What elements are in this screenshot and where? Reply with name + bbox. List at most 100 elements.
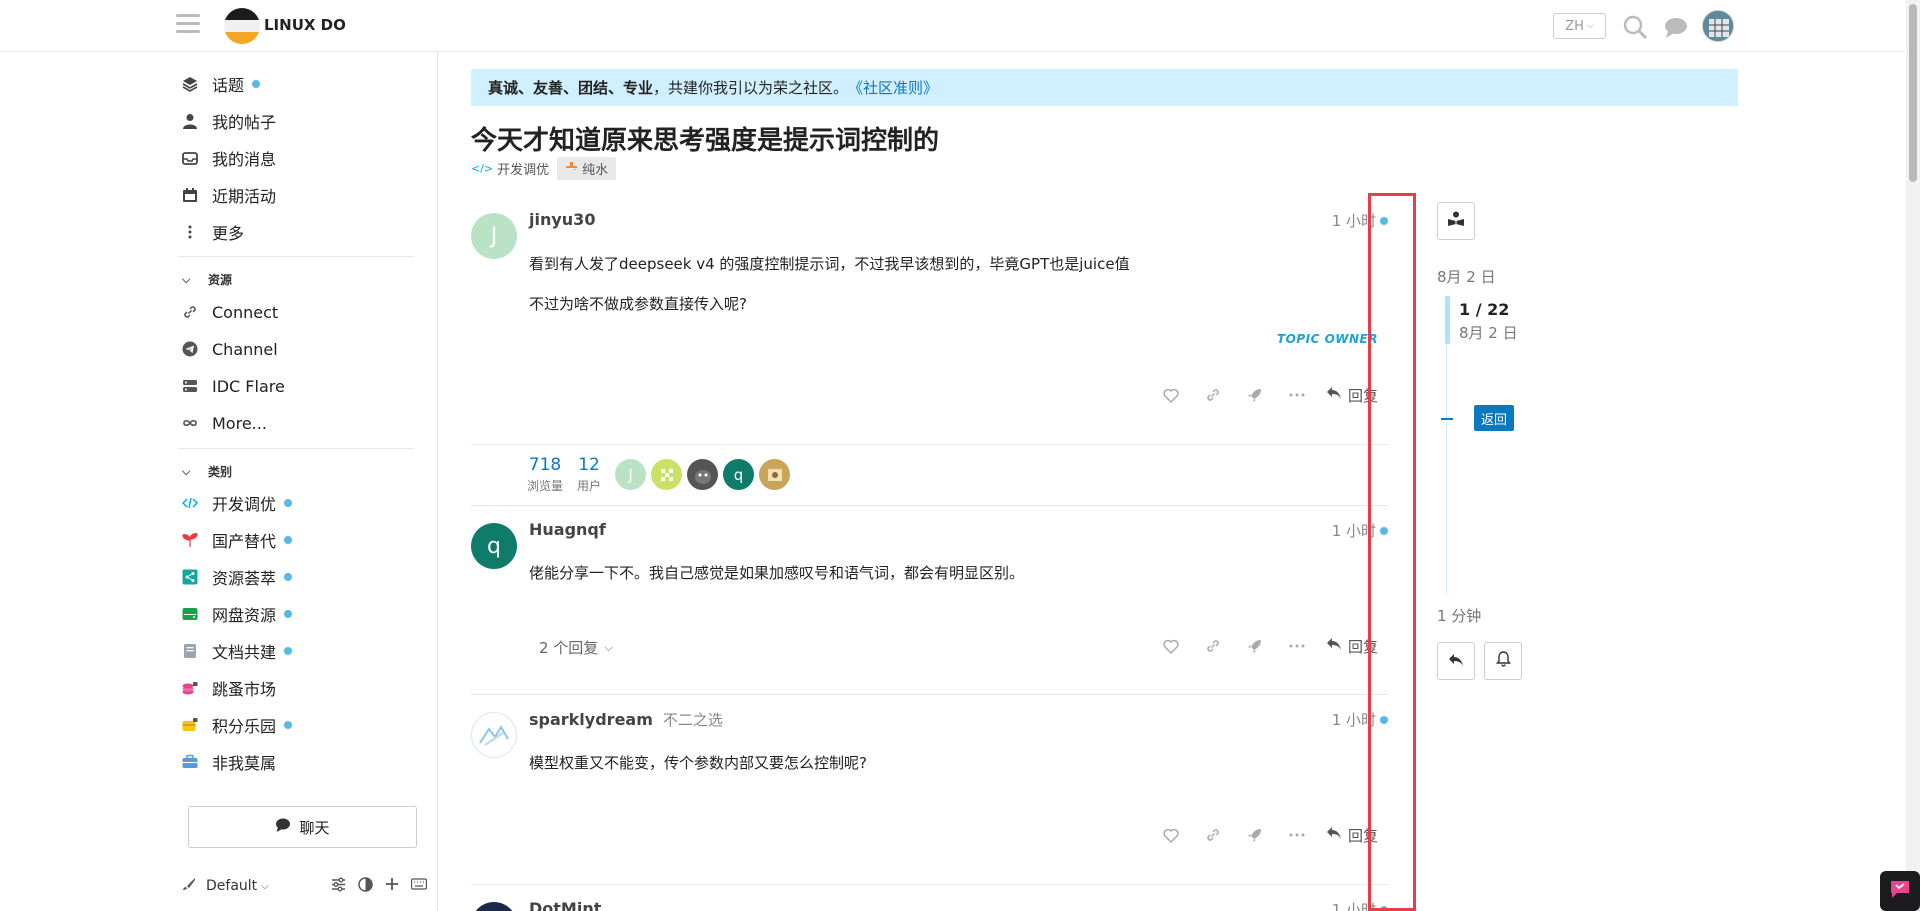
link-icon[interactable] [1192,822,1234,848]
unread-dot [284,721,293,729]
rocket-icon[interactable] [1234,822,1276,848]
sidebar-category-market[interactable]: 跳蚤市场 [182,674,276,702]
chevron-down-icon: ⌵ [604,640,613,654]
user-avatar[interactable] [1702,10,1734,42]
post-username[interactable]: DotMint [529,899,601,911]
sidebar-category-points[interactable]: 积分乐园 [182,711,293,739]
unread-dot [284,536,293,544]
summarize-button[interactable] [1437,202,1475,240]
code-icon [182,495,198,511]
share-icon [182,569,198,585]
timeline-back-button[interactable]: 返回 [1474,405,1514,431]
sidebar-category-docs[interactable]: 文档共建 [182,637,293,665]
code-icon: </> [471,162,494,175]
participant-avatar[interactable] [759,459,791,490]
sidebar-category-domestic[interactable]: 国产替代 [182,526,293,554]
keyboard-icon[interactable] [410,877,427,895]
avatar[interactable]: J [471,213,517,259]
sidebar-item-topics[interactable]: 话题 [182,70,261,98]
reply-icon [1326,637,1342,655]
heart-icon[interactable] [1150,822,1192,848]
more-vertical-icon [182,224,198,240]
site-logo[interactable] [224,8,260,44]
unread-dot [252,80,261,88]
heart-icon[interactable] [1150,382,1192,408]
timeline-track[interactable] [1446,344,1447,594]
link-icon[interactable] [1192,382,1234,408]
participant-avatar[interactable]: q [723,459,755,490]
post-username[interactable]: Huagnqf [529,520,606,539]
participant-avatar[interactable] [687,459,719,490]
stat-views: 718 浏览量 [527,455,564,493]
topic-title[interactable]: 今天才知道原来思考强度是提示词控制的 [471,120,939,157]
timeline-start-date[interactable]: 8月 2 日 [1437,266,1496,287]
chat-button[interactable]: 聊天 [188,806,417,848]
sidebar-item-more[interactable]: 更多 [182,218,244,246]
topic-tag[interactable]: 纯水 [557,157,617,180]
sidebar-category-jobs[interactable]: 非我莫属 [182,748,276,776]
category-link[interactable]: 开发调优 [497,159,549,178]
participant-avatar[interactable] [651,459,683,490]
sidebar-footer: Default ⌵ [182,875,427,897]
sidebar-item-channel[interactable]: Channel [182,335,278,363]
post-separator [471,505,1388,506]
post-actions: 回复 [1150,382,1378,408]
avatar[interactable] [471,712,517,758]
site-name[interactable]: LINUX DO [264,16,346,34]
avatar[interactable] [471,902,517,911]
contrast-icon[interactable] [358,876,373,896]
layers-icon [182,76,198,92]
avatar[interactable]: q [471,523,517,569]
reply-icon [1326,386,1342,404]
chevron-down-icon: ⌵ [261,880,269,892]
plus-icon[interactable] [385,877,399,895]
chat-bubble-icon[interactable] [1663,14,1689,40]
post-item: q Huagnqf 1 小时 佬能分享一下不。我自己感觉是如果加感叹号和语气词，… [471,520,1388,690]
language-selector[interactable]: ZH ⌵ [1553,13,1606,39]
theme-selector[interactable]: Default [206,878,257,894]
sidebar: 话题 我的帖子 我的消息 近期活动 更多 ⌵ 资源 Connect Channel… [0,53,438,911]
timeline-end-label[interactable]: 1 分钟 [1437,605,1481,626]
heart-icon[interactable] [1150,633,1192,659]
sidebar-item-connect[interactable]: Connect [182,298,278,326]
notification-button[interactable] [1484,642,1522,680]
sliders-icon[interactable] [331,877,346,896]
chevron-down-icon: ⌵ [1586,21,1594,31]
rocket-icon[interactable] [1234,633,1276,659]
server-icon [182,378,198,394]
book-icon [182,643,198,659]
sidebar-item-recent-activity[interactable]: 近期活动 [182,181,276,209]
floating-chat-button[interactable] [1880,871,1920,911]
search-icon[interactable] [1622,14,1648,40]
sidebar-item-my-posts[interactable]: 我的帖子 [182,107,276,135]
post-username[interactable]: jinyu30 [529,210,595,229]
chevron-down-icon: ⌵ [182,464,191,478]
sidebar-item-my-messages[interactable]: 我的消息 [182,144,276,172]
more-horizontal-icon[interactable] [1276,822,1318,848]
sidebar-item-idc-flare[interactable]: IDC Flare [182,372,285,400]
sidebar-category-dev[interactable]: 开发调优 [182,489,293,517]
timeline-scroll-handle[interactable] [1445,296,1450,344]
hamburger-menu-icon[interactable] [176,14,200,36]
page-scrollbar[interactable] [1906,0,1920,911]
sidebar-category-resources[interactable]: 资源荟萃 [182,563,293,591]
sidebar-item-more-resources[interactable]: More... [182,409,267,437]
scrollbar-thumb[interactable] [1909,4,1917,182]
topic-category-row: </> 开发调优 纯水 [471,157,617,180]
more-horizontal-icon[interactable] [1276,382,1318,408]
sidebar-section-categories[interactable]: ⌵ 类别 [182,463,232,480]
brush-icon[interactable] [182,877,196,895]
timeline-reply-button[interactable] [1437,642,1475,680]
flag-chat-icon [1889,879,1911,903]
book-reader-icon [1447,211,1465,231]
sprout-icon [182,532,198,548]
more-horizontal-icon[interactable] [1276,633,1318,659]
participant-avatar[interactable]: J [615,459,647,490]
link-icon[interactable] [1192,633,1234,659]
sidebar-category-netdisk[interactable]: 网盘资源 [182,600,293,628]
post-username[interactable]: sparklydream 不二之选 [529,709,723,730]
sidebar-section-resources[interactable]: ⌵ 资源 [182,271,232,288]
community-guidelines-link[interactable]: 《社区准则》 [848,77,938,98]
rocket-icon[interactable] [1234,382,1276,408]
replies-toggle[interactable]: 2 个回复 ⌵ [539,637,613,658]
